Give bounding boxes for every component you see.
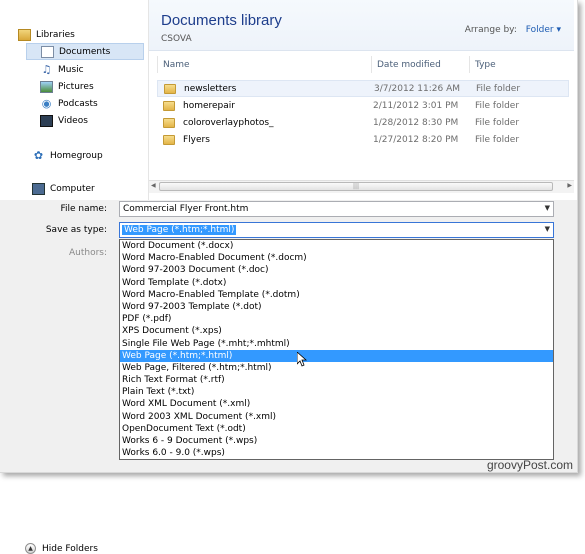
savetype-option[interactable]: Works 6 - 9 Document (*.wps) bbox=[120, 435, 553, 447]
save-as-dialog: Libraries Documents ♫ Music Pictures ◉ P… bbox=[0, 0, 578, 554]
arrange-by: Arrange by: Folder ▾ bbox=[465, 25, 561, 35]
savetype-option[interactable]: Web Page, Filtered (*.htm;*.html) bbox=[120, 362, 553, 374]
savetype-option[interactable]: Word 2003 XML Document (*.xml) bbox=[120, 411, 553, 423]
folder-icon bbox=[163, 100, 175, 111]
nav-label: Pictures bbox=[58, 81, 94, 92]
hide-folders-button[interactable]: ▲ Hide Folders bbox=[25, 543, 98, 554]
computer-icon bbox=[32, 182, 45, 195]
savetype-option[interactable]: OpenDocument Text (*.odt) bbox=[120, 423, 553, 435]
nav-item-homegroup[interactable]: ✿ Homegroup bbox=[32, 147, 144, 164]
nav-item-music[interactable]: ♫ Music bbox=[40, 61, 144, 78]
homegroup-icon: ✿ bbox=[33, 148, 44, 162]
file-row[interactable]: coloroverlayphotos_ 1/28/2012 8:30 PM Fi… bbox=[157, 114, 569, 131]
nav-item-computer[interactable]: Computer bbox=[32, 180, 144, 197]
file-row[interactable]: newsletters 3/7/2012 11:26 AM File folde… bbox=[157, 80, 569, 97]
scroll-left-icon[interactable]: ◀ bbox=[151, 182, 156, 189]
column-label: Date modified bbox=[377, 59, 441, 70]
hide-folders-label: Hide Folders bbox=[42, 543, 98, 554]
scroll-right-icon[interactable]: ▶ bbox=[567, 182, 572, 189]
library-title: Documents library bbox=[161, 12, 282, 29]
file-type: File folder bbox=[475, 134, 520, 145]
savetype-option[interactable]: Word 97-2003 Document (*.doc) bbox=[120, 264, 553, 276]
watermark: groovyPost.com bbox=[486, 458, 573, 472]
file-name: coloroverlayphotos_ bbox=[183, 117, 274, 128]
nav-label: Computer bbox=[50, 183, 95, 194]
column-header-date[interactable]: Date modified bbox=[371, 56, 469, 73]
file-date: 1/27/2012 8:20 PM bbox=[373, 134, 459, 145]
file-name: homerepair bbox=[183, 100, 235, 111]
savetype-option[interactable]: Word Template (*.dotx) bbox=[120, 277, 553, 289]
chevron-down-icon[interactable]: ▼ bbox=[545, 204, 550, 212]
savetype-value[interactable]: Web Page (*.htm;*.html) bbox=[122, 225, 237, 235]
file-type: File folder bbox=[475, 117, 520, 128]
nav-label: Documents bbox=[59, 46, 111, 57]
file-name: Flyers bbox=[183, 134, 210, 145]
arrange-dropdown[interactable]: Folder ▾ bbox=[526, 25, 561, 35]
savetype-option[interactable]: Word Macro-Enabled Template (*.dotm) bbox=[120, 289, 553, 301]
savetype-option[interactable]: Rich Text Format (*.rtf) bbox=[120, 374, 553, 386]
nav-item-videos[interactable]: Videos bbox=[40, 112, 144, 129]
podcasts-icon: ◉ bbox=[41, 96, 52, 110]
column-label: Name bbox=[163, 59, 190, 70]
savetype-option[interactable]: Word Document (*.docx) bbox=[120, 240, 553, 252]
folder-icon bbox=[164, 83, 176, 94]
file-row[interactable]: homerepair 2/11/2012 3:01 PM File folder bbox=[157, 97, 569, 114]
column-header-name[interactable]: Name bbox=[157, 56, 371, 73]
file-date: 2/11/2012 3:01 PM bbox=[373, 100, 459, 111]
savetype-option[interactable]: Plain Text (*.txt) bbox=[120, 386, 553, 398]
nav-item-libraries[interactable]: Libraries bbox=[18, 26, 144, 43]
libraries-icon bbox=[18, 28, 31, 41]
file-name: newsletters bbox=[184, 83, 237, 94]
savetype-label: Save as type: bbox=[45, 225, 107, 235]
chevron-down-icon[interactable]: ▼ bbox=[545, 225, 550, 233]
folder-icon bbox=[163, 134, 175, 145]
savetype-option[interactable]: Word Macro-Enabled Document (*.docm) bbox=[120, 252, 553, 264]
savetype-dropdown-list: Word Document (*.docx) Word Macro-Enabled… bbox=[119, 239, 554, 460]
mouse-cursor-icon bbox=[297, 352, 307, 367]
chevron-up-icon: ▲ bbox=[25, 543, 36, 554]
filename-label: File name: bbox=[60, 204, 107, 214]
savetype-option[interactable]: PDF (*.pdf) bbox=[120, 313, 553, 325]
file-date: 1/28/2012 8:30 PM bbox=[373, 117, 459, 128]
file-type: File folder bbox=[475, 100, 520, 111]
navigation-pane: Libraries Documents ♫ Music Pictures ◉ P… bbox=[0, 0, 148, 200]
filename-value[interactable]: Commercial Flyer Front.htm bbox=[123, 204, 248, 214]
filename-input[interactable]: Commercial Flyer Front.htm ▼ bbox=[119, 201, 554, 217]
savetype-option[interactable]: Word XML Document (*.xml) bbox=[120, 398, 553, 410]
nav-label: Homegroup bbox=[50, 150, 103, 161]
file-date: 3/7/2012 11:26 AM bbox=[374, 83, 461, 94]
horizontal-scrollbar[interactable]: ◀ ||| ▶ bbox=[149, 180, 574, 193]
documents-icon bbox=[41, 45, 54, 58]
savetype-select[interactable]: Web Page (*.htm;*.html) ▼ bbox=[119, 222, 554, 238]
arrange-label: Arrange by: bbox=[464, 25, 517, 35]
column-header-type[interactable]: Type bbox=[469, 56, 569, 73]
savetype-option[interactable]: Word 97-2003 Template (*.dot) bbox=[120, 301, 553, 313]
library-subtitle: CSOVA bbox=[161, 34, 192, 44]
authors-label: Authors: bbox=[68, 248, 107, 258]
savetype-option[interactable]: Single File Web Page (*.mht;*.mhtml) bbox=[120, 338, 553, 350]
pictures-icon bbox=[40, 80, 53, 93]
library-header: Documents library CSOVA Arrange by: Fold… bbox=[149, 0, 574, 51]
column-label: Type bbox=[475, 59, 496, 70]
music-icon: ♫ bbox=[41, 62, 52, 76]
arrange-value[interactable]: Folder bbox=[526, 25, 554, 35]
nav-item-pictures[interactable]: Pictures bbox=[40, 78, 144, 95]
file-type: File folder bbox=[476, 83, 521, 94]
nav-label: Videos bbox=[58, 115, 88, 126]
nav-label: Libraries bbox=[36, 29, 75, 40]
nav-label: Podcasts bbox=[58, 98, 98, 109]
nav-item-podcasts[interactable]: ◉ Podcasts bbox=[40, 95, 144, 112]
file-list-pane: Documents library CSOVA Arrange by: Fold… bbox=[148, 0, 574, 200]
scrollbar-thumb[interactable]: ||| bbox=[159, 182, 553, 191]
videos-icon bbox=[40, 114, 53, 127]
nav-label: Music bbox=[58, 64, 84, 75]
savetype-option[interactable]: Web Page (*.htm;*.html) bbox=[120, 349, 553, 362]
folder-icon bbox=[163, 117, 175, 128]
file-row[interactable]: Flyers 1/27/2012 8:20 PM File folder bbox=[157, 131, 569, 148]
nav-item-documents[interactable]: Documents bbox=[26, 43, 144, 60]
savetype-option[interactable]: XPS Document (*.xps) bbox=[120, 325, 553, 337]
chevron-down-icon: ▾ bbox=[556, 25, 561, 35]
